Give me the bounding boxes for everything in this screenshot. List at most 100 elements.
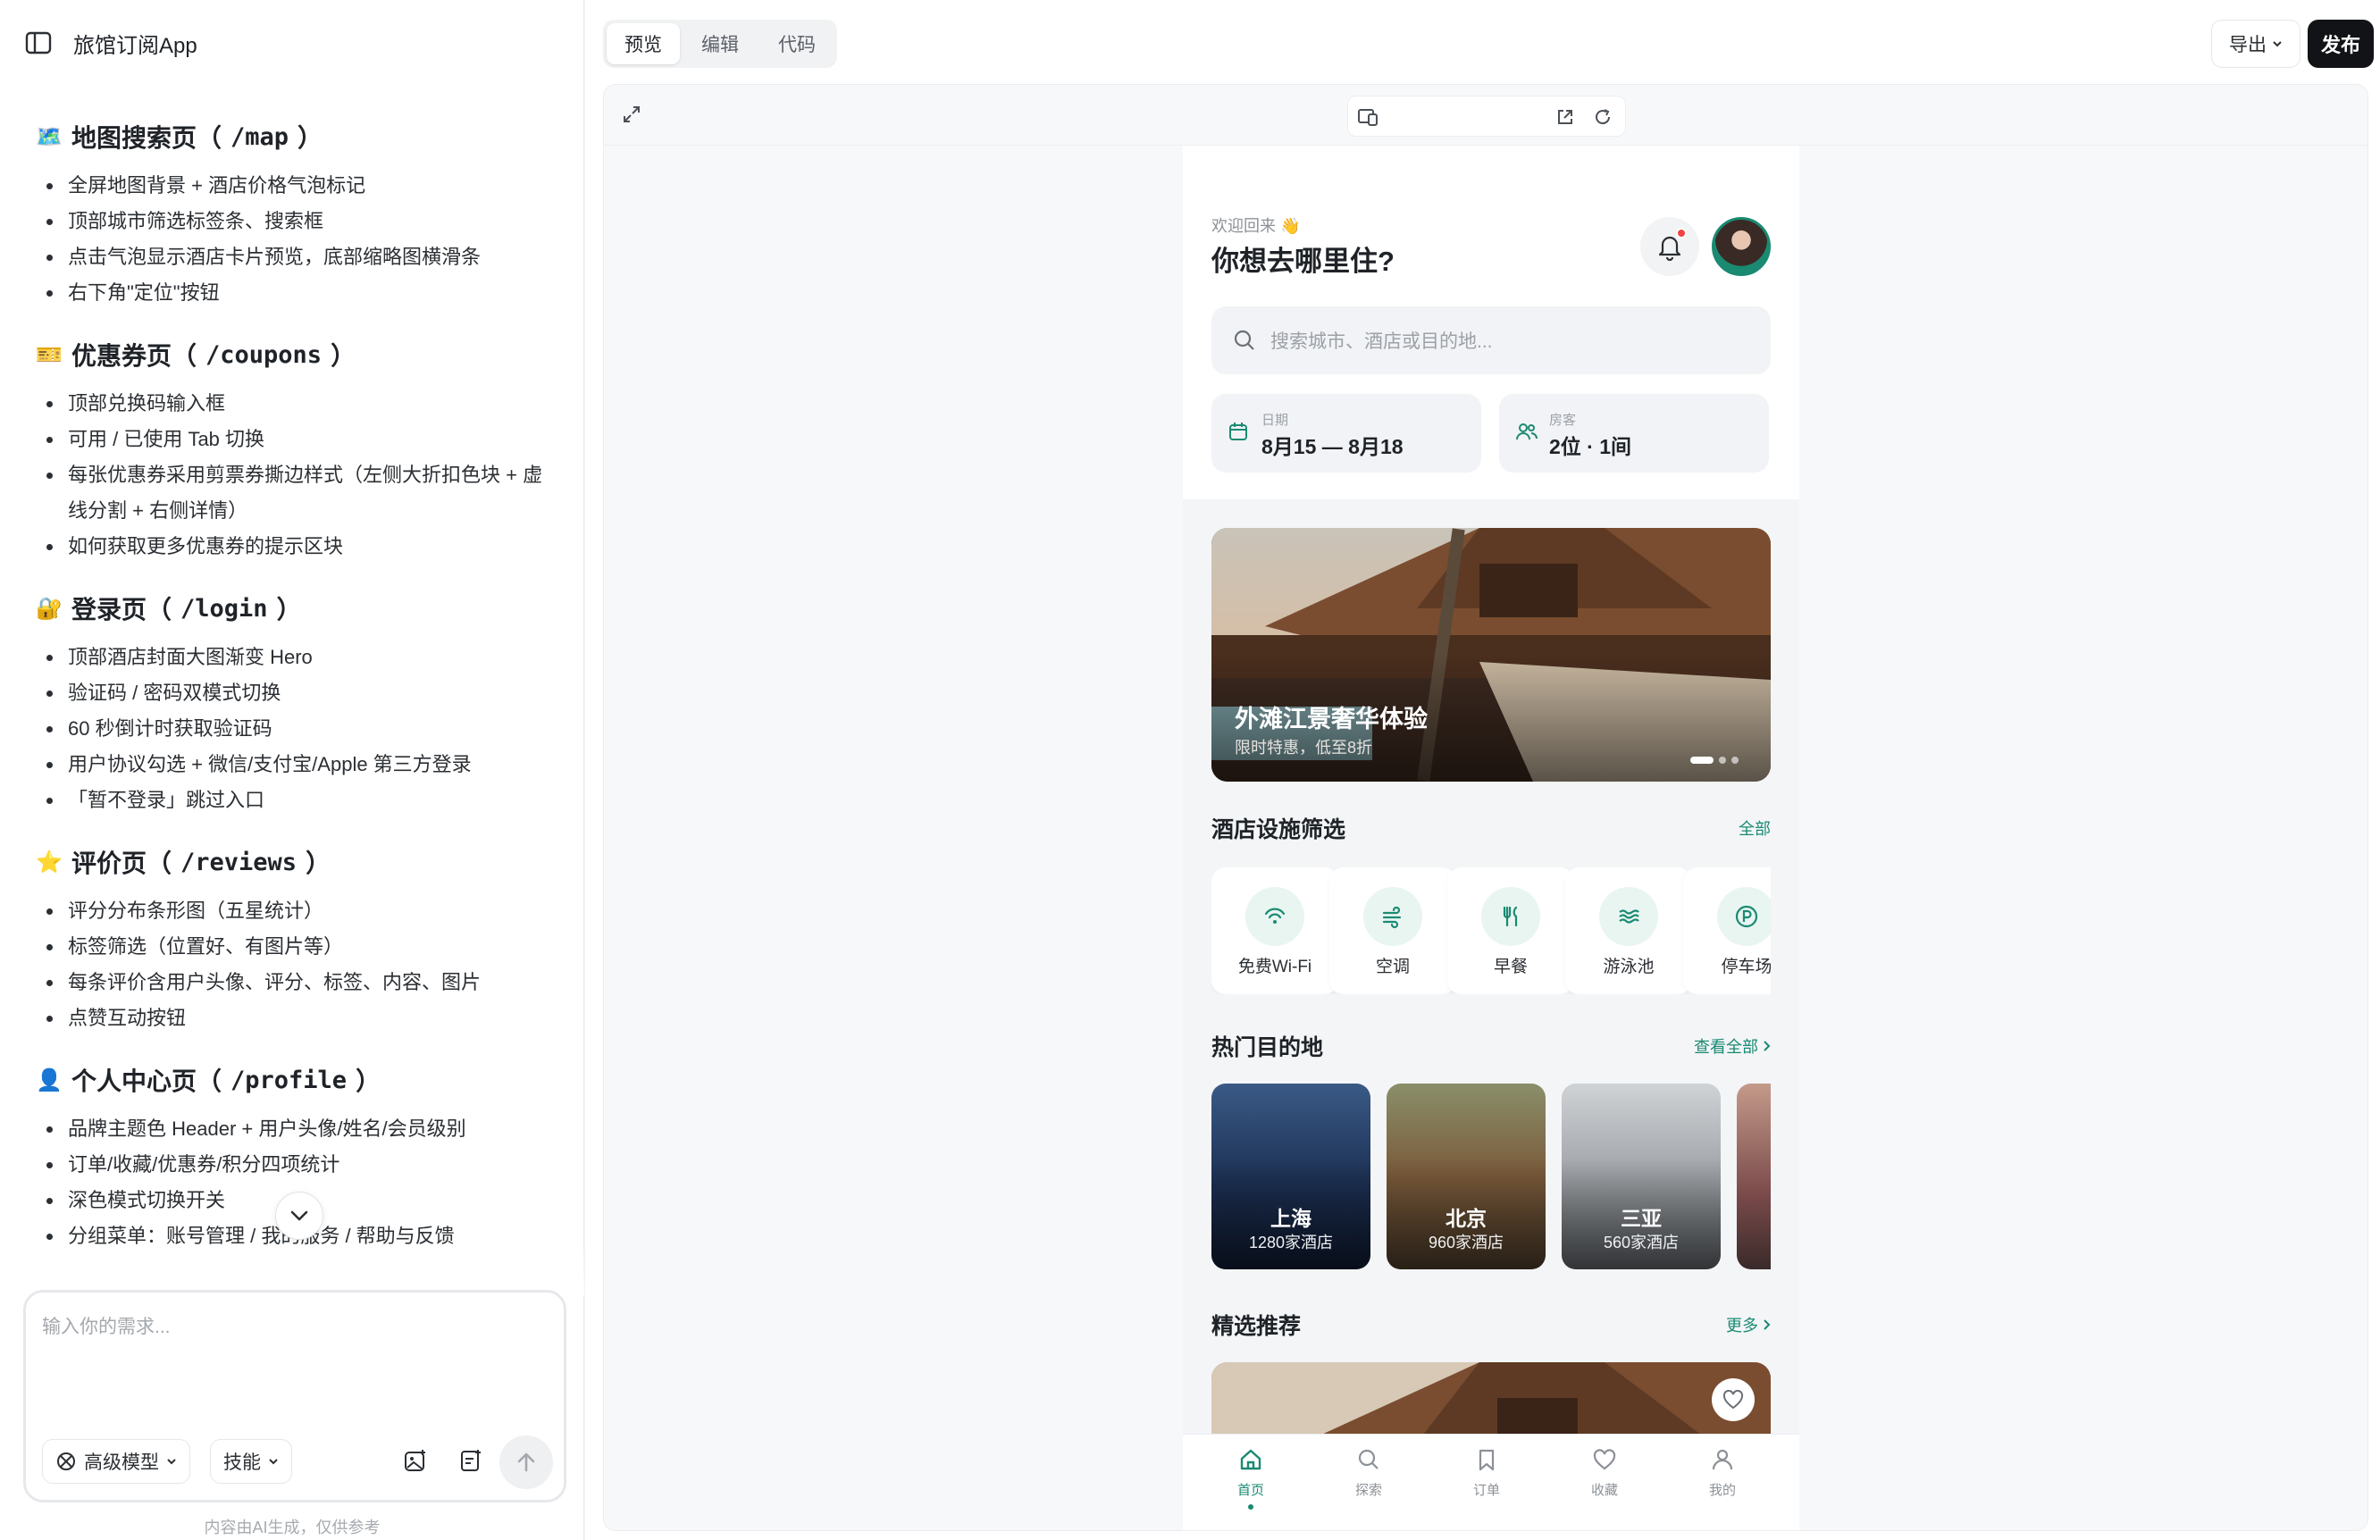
phone-screen: 欢迎回来 👋 你想去哪里住? 搜索城市、酒店或目的地... 日期 8月15 — … [1183,146,1799,1530]
send-button[interactable] [499,1435,553,1489]
skills-label: 技能 [223,1452,261,1473]
notification-dot [1676,228,1687,239]
list-item: 标签筛选（位置好、有图片等） [36,929,554,965]
nav-label: 收藏 [1590,1483,1618,1498]
facility-filter-2[interactable]: 空调 [1329,867,1456,994]
doc-section: 🎫 优惠券页（ /coupons ） 顶部兑换码输入框 可用 / 已使用 Tab 切换 每张… [36,334,554,565]
preview-frame: 欢迎回来 👋 你想去哪里住? 搜索城市、酒店或目的地... 日期 8月15 — … [603,84,2368,1531]
expand-icon[interactable] [622,105,641,124]
heart-icon [1722,1390,1744,1410]
section-heading: 🎫 优惠券页（ /coupons ） [36,334,554,375]
guests-value: 2位 · 1间 [1549,435,1632,458]
tab-edit[interactable]: 编辑 [683,23,757,64]
tab-code[interactable]: 代码 [760,23,834,64]
file-attach-button[interactable] [449,1439,492,1482]
image-add-icon [405,1450,425,1471]
chat-composer[interactable]: 输入你的需求... 高级模型 技能 [23,1290,566,1502]
list-item: 全屏地图背景 + 酒店价格气泡标记 [36,168,554,204]
open-external-icon[interactable] [1555,107,1575,127]
device-toggle-icon[interactable] [1357,107,1379,127]
facilities-all-link[interactable]: 全部 [1739,816,1771,840]
avatar[interactable] [1712,217,1771,276]
guest-picker[interactable]: 房客 2位 · 1间 [1499,394,1769,473]
facility-filter-1[interactable]: 免费Wi-Fi [1211,867,1338,994]
facility-label: 游泳池 [1603,958,1655,976]
notification-button[interactable] [1640,217,1699,276]
banner-subtitle: 限时特惠，低至8折 [1235,739,1373,757]
date-picker[interactable]: 日期 8月15 — 8月18 [1211,394,1481,473]
nav-item-3[interactable]: 订单 [1446,1447,1528,1519]
publish-button[interactable]: 发布 [2308,20,2374,68]
destination-card[interactable]: 北京 960家酒店 [1387,1084,1546,1269]
carousel-dot-active [1690,757,1714,764]
facility-filter-4[interactable]: 游泳池 [1565,867,1692,994]
tab-preview[interactable]: 预览 [607,23,680,64]
list-item: 右下角"定位"按钮 [36,275,554,311]
bookmark-icon [1479,1449,1495,1471]
destination-name: 北京 [1446,1207,1487,1230]
search-input[interactable]: 搜索城市、酒店或目的地... [1211,306,1771,374]
model-label: 高级模型 [84,1452,159,1473]
scroll-down-button[interactable] [275,1192,323,1240]
section-title: 优惠券页（ [71,342,197,370]
destination-hotel-count: 960家酒店 [1428,1234,1504,1251]
section-emoji: ⭐ [36,850,63,875]
list-item: 验证码 / 密码双模式切换 [36,675,554,711]
doc-section: 🗺️ 地图搜索页（ /map ） 全屏地图背景 + 酒店价格气泡标记 顶部城市筛选标签条、… [36,116,554,311]
chevron-down-icon [290,1210,308,1221]
sidebar-toggle-icon[interactable] [25,31,52,54]
destination-hotel-count: 560家酒店 [1603,1234,1680,1251]
wind-icon [1363,887,1422,946]
promo-banner[interactable]: 外滩江景奢华体验 限时特惠，低至8折 [1211,528,1771,782]
section-route: /profile [230,1066,348,1094]
file-add-icon [461,1450,481,1471]
export-button[interactable]: 导出 [2211,20,2300,68]
doc-section: 🔐 登录页（ /login ） 顶部酒店封面大图渐变 Hero 验证码 / 密码双模式切换… [36,588,554,818]
list-item: 如何获取更多优惠券的提示区块 [36,529,554,565]
section-close: ） [298,124,323,152]
nav-item-5[interactable]: 我的 [1681,1447,1764,1519]
section-heading: 🗺️ 地图搜索页（ /map ） [36,116,554,157]
nav-item-1[interactable]: 首页 [1210,1447,1292,1519]
welcome-text: 欢迎回来 👋 [1211,217,1301,235]
list-item: 每条评价含用户头像、评分、标签、内容、图片 [36,965,554,1000]
list-item: 品牌主题色 Header + 用户头像/姓名/会员级别 [36,1111,554,1147]
destination-card[interactable]: 上海 1280家酒店 [1211,1084,1370,1269]
destination-card[interactable]: 三亚 560家酒店 [1562,1084,1721,1269]
list-item: 每张优惠券采用剪票券撕边样式（左侧大折扣色块 + 虚线分割 + 右侧详情） [36,457,554,529]
app-title: 旅馆订阅App [73,33,197,58]
destinations-view-all-link[interactable]: 查看全部 [1694,1034,1771,1058]
section-route: /login [180,594,268,623]
composer-placeholder[interactable]: 输入你的需求... [42,1312,171,1339]
chat-panel: 旅馆订阅App 🗺️ 地图搜索页（ /map ） 全屏地图背景 + 酒店价格气泡标记 顶部… [0,0,584,1540]
list-item: 顶部兑换码输入框 [36,386,554,422]
section-title: 登录页（ [71,596,172,624]
app-window: 旅馆订阅App 🗺️ 地图搜索页（ /map ） 全屏地图背景 + 酒店价格气泡标记 顶部… [0,0,2380,1540]
section-title: 个人中心页（ [71,1067,222,1095]
image-upload-button[interactable] [394,1439,437,1482]
nav-item-4[interactable]: 收藏 [1563,1447,1646,1519]
section-close: ） [331,342,356,370]
skills-select-button[interactable]: 技能 [210,1439,292,1484]
destination-card[interactable] [1737,1084,1771,1269]
list-item: 用户协议勾选 + 微信/支付宝/Apple 第三方登录 [36,747,554,783]
nav-item-2[interactable]: 探索 [1328,1447,1410,1519]
destination-name: 三亚 [1621,1207,1662,1230]
model-select-button[interactable]: 高级模型 [42,1439,190,1484]
favorite-button[interactable] [1712,1378,1755,1421]
section-route: /map [230,122,289,151]
user-icon [1712,1449,1733,1470]
calendar-icon [1228,421,1249,442]
section-list: 顶部兑换码输入框 可用 / 已使用 Tab 切换 每张优惠券采用剪票券撕边样式（左侧… [36,386,554,565]
section-list: 评分分布条形图（五星统计） 标签筛选（位置好、有图片等） 每条评价含用户头像、评分、… [36,893,554,1036]
facility-filter-5[interactable]: 停车场 [1683,867,1771,994]
utensils-icon [1481,887,1540,946]
featured-more-link[interactable]: 更多 [1726,1313,1771,1336]
facility-filter-3[interactable]: 早餐 [1447,867,1574,994]
active-indicator [1248,1504,1253,1510]
list-item: 60 秒倒计时获取验证码 [36,711,554,747]
carousel-dot [1719,757,1726,764]
facilities-title: 酒店设施筛选 [1211,817,1346,842]
waves-icon [1599,887,1658,946]
refresh-icon[interactable] [1593,107,1613,127]
